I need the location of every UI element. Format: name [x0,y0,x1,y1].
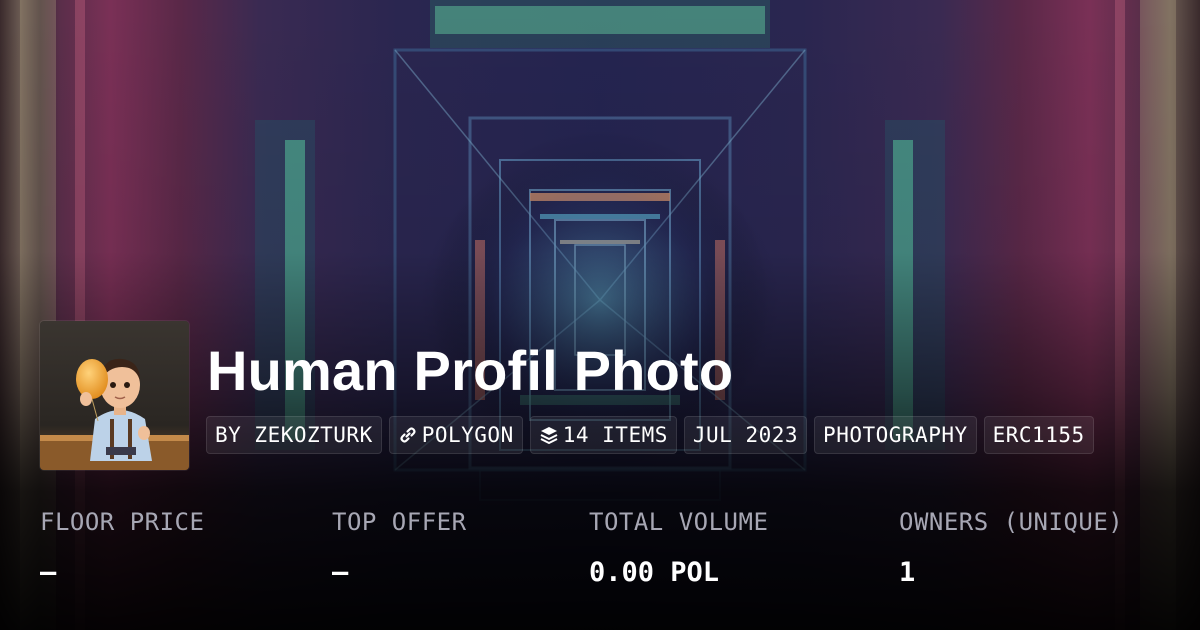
category-label: PHOTOGRAPHY [823,423,968,447]
items-count-label: 14 ITEMS [562,423,668,447]
stat-top-offer: TOP OFFER – [332,506,467,590]
stat-value: 0.00 POL [589,557,720,588]
token-standard-label: ERC1155 [992,423,1085,447]
layers-icon [539,425,559,445]
created-date-chip: JUL 2023 [683,416,808,454]
stat-label: OWNERS (UNIQUE) [899,508,1124,536]
stat-total-volume: TOTAL VOLUME 0.00 POL [589,506,768,590]
created-date-label: JUL 2023 [692,423,799,447]
items-count-chip: 14 ITEMS [529,416,677,454]
stat-value: – [40,557,57,588]
creator-label: BY ZEKOZTURK [215,423,373,447]
stat-label: TOTAL VOLUME [589,508,769,536]
chain-label: POLYGON [421,423,514,447]
collection-thumbnail [40,321,189,470]
chain-link-icon [398,425,418,445]
chain-chip[interactable]: POLYGON [388,416,523,454]
collection-title: Human Profil Photo [207,339,734,402]
stat-value: 1 [899,557,916,588]
stat-value: – [332,557,349,588]
token-standard-chip: ERC1155 [983,416,1094,454]
collection-meta-chips: BY ZEKOZTURK POLYGON 14 ITEMS JUL 2023 P… [206,416,1094,454]
stat-label: FLOOR PRICE [40,508,205,536]
category-chip[interactable]: PHOTOGRAPHY [814,416,977,454]
creator-chip[interactable]: BY ZEKOZTURK [206,416,382,454]
collection-preview-card: Human Profil Photo BY ZEKOZTURK POLYGON [0,0,1200,630]
stat-owners-unique: OWNERS (UNIQUE) 1 [899,506,1123,590]
stat-label: TOP OFFER [332,508,467,536]
stat-floor-price: FLOOR PRICE – [40,506,204,590]
